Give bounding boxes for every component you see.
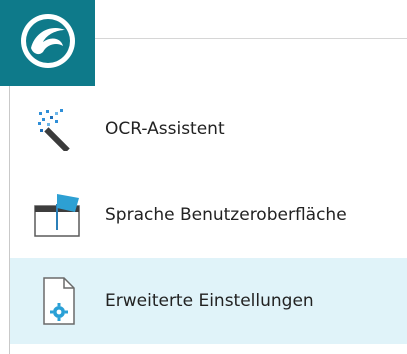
menu-item-ui-language[interactable]: Sprache Benutzeroberfläche xyxy=(10,172,407,258)
app-menu: OCR-Assistent Sprache Benutzeroberfläche xyxy=(9,86,407,354)
menu-item-label: Erweiterte Einstellungen xyxy=(105,291,314,311)
magic-wand-icon xyxy=(32,103,84,155)
ribbon-divider xyxy=(95,38,407,39)
menu-item-advanced-settings[interactable]: Erweiterte Einstellungen xyxy=(10,258,407,344)
app-menu-button[interactable] xyxy=(0,0,95,86)
menu-item-label: OCR-Assistent xyxy=(105,119,225,139)
menu-item-ocr-assistant[interactable]: OCR-Assistent xyxy=(10,86,407,172)
menu-item-label: Sprache Benutzeroberfläche xyxy=(105,205,347,225)
settings-document-icon xyxy=(32,275,84,327)
language-flag-icon xyxy=(32,189,84,241)
app-logo-icon xyxy=(17,10,79,76)
